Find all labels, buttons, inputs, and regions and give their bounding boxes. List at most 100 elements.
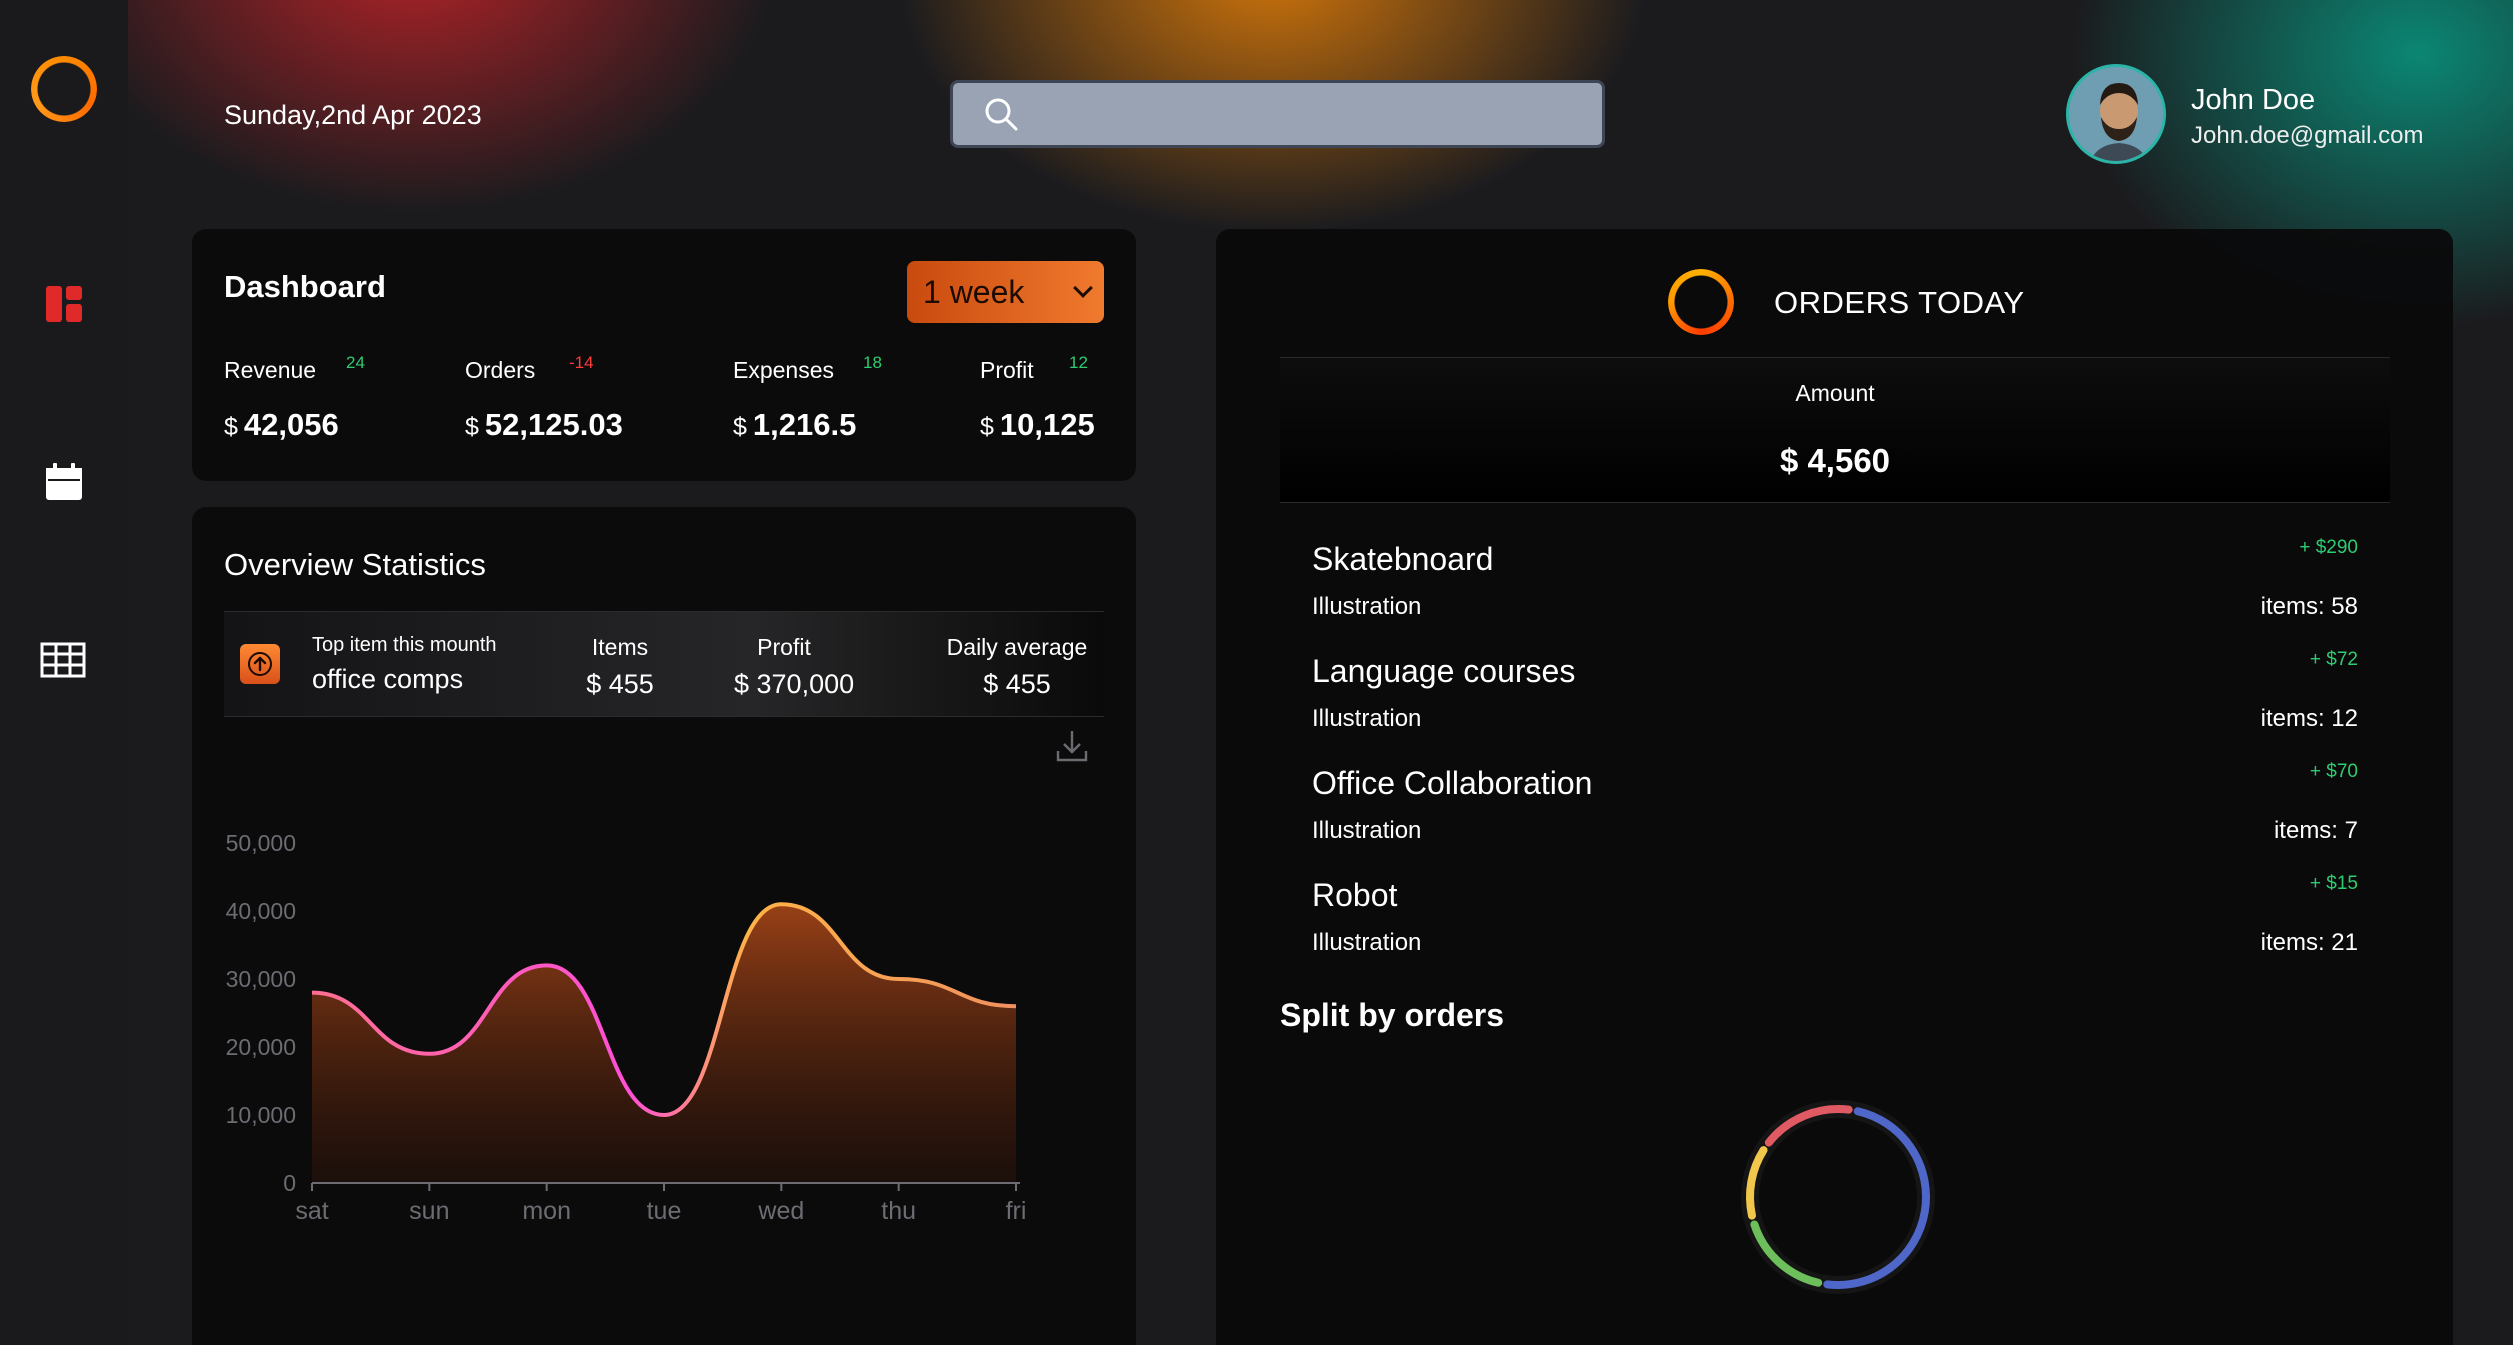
search-input[interactable] [1019,83,1602,145]
order-item-count: items: 21 [2260,929,2358,956]
col-header: Daily average [946,634,1088,660]
order-item-delta: + $290 [2299,537,2358,558]
stat-value: $10,125 [980,407,1095,443]
order-item-delta: + $70 [2309,761,2358,782]
stat-value: $52,125.03 [465,407,623,443]
user-email: John.doe@gmail.com [2191,122,2424,149]
stat-label: Expenses [733,357,835,383]
order-item-count: items: 58 [2260,593,2358,620]
y-tick-label: 50,000 [226,830,296,856]
order-item-category: Illustration [1312,817,1422,844]
x-tick-label: mon [522,1197,571,1225]
calendar-icon[interactable] [44,462,84,502]
y-tick-label: 10,000 [226,1102,296,1128]
amount-value: $ 4,560 [1779,442,1891,479]
col-value: $ 370,000 [734,669,855,699]
stat-label: Profit [980,357,1034,383]
y-tick-label: 40,000 [226,898,296,924]
overview-summary-bar: Top item this mounth office comps Items … [224,611,1104,717]
stat-delta: 18 [863,353,882,372]
order-item[interactable]: Office Collaboration + $70 Illustration … [1312,761,2358,865]
stat-delta: 24 [346,353,365,372]
sidebar [0,0,128,1345]
col-value: $ 455 [586,669,654,699]
period-select[interactable]: 1 week [907,261,1104,323]
period-select-value: 1 week [923,273,1025,310]
order-item-category: Illustration [1312,705,1422,732]
order-item[interactable]: Skatebnoard + $290 Illustration items: 5… [1312,537,2358,641]
stat-number: 10,125 [999,407,1095,442]
stat-expenses: Expenses 18 $1,216.5 [733,353,882,442]
stat-revenue: Revenue 24 $42,056 [224,353,365,442]
order-item-count: items: 12 [2260,705,2358,732]
y-tick-label: 30,000 [226,966,296,992]
x-tick-label: thu [881,1197,916,1225]
currency-symbol: $ [465,413,479,441]
currency-symbol: $ [733,413,747,441]
stat-delta: -14 [569,353,594,372]
orders-card: ORDERS TODAY Amount $ 4,560 Skatebnoard … [1216,229,2453,1345]
search-bar[interactable] [950,80,1605,148]
stat-label: Revenue [224,357,317,383]
stat-number: 42,056 [243,407,339,442]
order-item[interactable]: Language courses + $72 Illustration item… [1312,649,2358,753]
col-header: Profit [757,634,811,660]
order-item-name: Robot [1312,877,1398,913]
overview-card: Overview Statistics Top item this mounth… [192,507,1136,1345]
dashboard-icon[interactable] [44,284,84,324]
dashboard-title: Dashboard [224,269,386,304]
amount-box: Amount $ 4,560 [1280,357,2390,503]
y-tick-label: 0 [283,1170,296,1196]
dashboard-card: Dashboard 1 week Revenue 24 $42,056 Orde… [192,229,1136,481]
arrow-up-icon [240,644,280,684]
stat-value: $1,216.5 [733,407,856,443]
order-item-category: Illustration [1312,593,1422,620]
overview-area-chart: 0 10,000 20,000 30,000 40,000 50,000 sat sun mon… [226,830,1027,1225]
order-item-delta: + $72 [2309,649,2358,670]
table-icon[interactable] [40,640,86,680]
y-tick-label: 20,000 [226,1034,296,1060]
x-tick-label: wed [757,1197,804,1225]
currency-symbol: $ [980,413,994,441]
user-name: John Doe [2191,84,2316,116]
stat-number: 52,125.03 [484,407,623,442]
stat-profit: Profit 12 $10,125 [980,353,1095,442]
chevron-down-icon [1073,278,1093,298]
order-item-name: Office Collaboration [1312,765,1593,801]
overview-title: Overview Statistics [224,547,486,582]
x-tick-label: sat [295,1197,328,1225]
area-fill [312,904,1016,1183]
overview-col-items: Items $ 455 [580,634,660,700]
order-item[interactable]: Robot + $15 Illustration items: 21 [1312,873,2358,977]
order-item-name: Skatebnoard [1312,541,1494,577]
overview-col-daily-average: Daily average $ 455 [942,634,1092,700]
col-header: Items [591,634,649,660]
stat-label: Orders [465,357,536,383]
top-item-label: Top item this mounth [312,634,497,656]
order-item-category: Illustration [1312,929,1422,956]
col-value: $ 455 [983,669,1051,699]
currency-symbol: $ [224,413,238,441]
stat-number: 1,216.5 [752,407,857,442]
x-tick-label: tue [647,1197,682,1225]
logo-ring-icon[interactable] [31,56,97,122]
current-date: Sunday,2nd Apr 2023 [224,100,482,130]
overview-col-profit: Profit $ 370,000 [734,634,855,700]
stat-orders: Orders -14 $52,125.03 [465,353,623,442]
split-donut-chart [1741,1100,1935,1294]
search-icon [985,98,1018,131]
order-item-delta: + $15 [2309,873,2358,894]
avatar[interactable] [2066,64,2166,164]
x-tick-label: sun [409,1197,449,1225]
top-item-value: office comps [312,664,464,694]
orders-title: ORDERS TODAY [1774,285,2025,320]
order-item-name: Language courses [1312,653,1576,689]
stat-value: $42,056 [224,407,339,443]
download-icon[interactable] [1056,729,1088,763]
order-item-count: items: 7 [2273,817,2358,844]
x-tick-label: fri [1006,1197,1027,1225]
amount-label: Amount [1795,380,1875,406]
split-by-orders-title: Split by orders [1280,997,1505,1033]
orders-ring-icon [1668,269,1734,335]
stat-delta: 12 [1069,353,1088,372]
